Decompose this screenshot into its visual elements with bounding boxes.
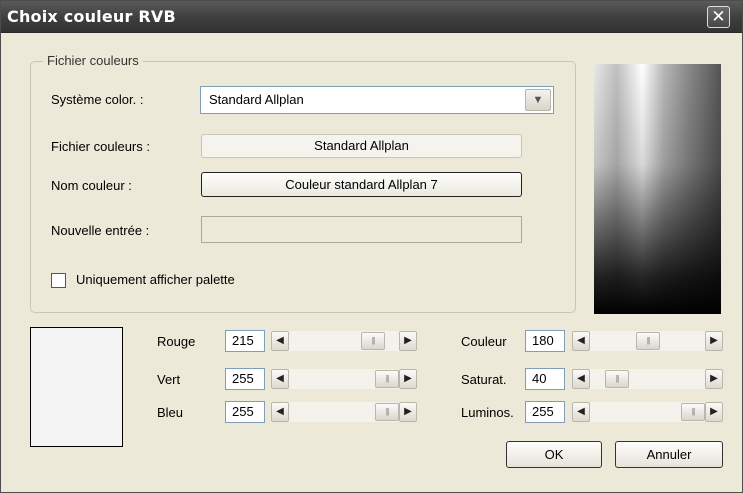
palette-only-checkbox[interactable]: [51, 273, 66, 288]
color-file-button[interactable]: Standard Allplan: [201, 134, 522, 158]
color-gradient-picker[interactable]: [594, 64, 721, 314]
system-label: Système color. :: [51, 92, 144, 107]
arrow-right-icon[interactable]: ▶: [705, 402, 723, 422]
hsl-label-1: Saturat.: [461, 372, 507, 387]
slider-thumb[interactable]: |||: [681, 403, 705, 421]
arrow-right-icon[interactable]: ▶: [399, 331, 417, 351]
color-name-button[interactable]: Couleur standard Allplan 7: [201, 172, 522, 197]
file-label: Fichier couleurs :: [51, 139, 150, 154]
hsl-slider-0[interactable]: ◀ ▶ |||: [572, 331, 723, 351]
hsl-value-field-2[interactable]: 255: [525, 401, 565, 423]
new-entry-label: Nouvelle entrée :: [51, 223, 150, 238]
arrow-left-icon[interactable]: ◀: [572, 369, 590, 389]
slider-thumb[interactable]: |||: [605, 370, 629, 388]
slider-thumb[interactable]: |||: [375, 370, 399, 388]
hsl-label-0: Couleur: [461, 334, 507, 349]
rgb-value-field-1[interactable]: 255: [225, 368, 265, 390]
arrow-left-icon[interactable]: ◀: [572, 331, 590, 351]
rgb-slider-2[interactable]: ◀ ▶ |||: [271, 402, 417, 422]
slider-thumb[interactable]: |||: [361, 332, 385, 350]
new-entry-field[interactable]: [201, 216, 522, 243]
arrow-right-icon[interactable]: ▶: [705, 331, 723, 351]
rgb-label-2: Bleu: [157, 405, 184, 420]
title-bar: Choix couleur RVB ✕: [1, 1, 742, 33]
ok-button[interactable]: OK: [506, 441, 602, 468]
group-legend: Fichier couleurs: [43, 53, 143, 68]
hsl-label-2: Luminos.: [461, 405, 514, 420]
arrow-left-icon[interactable]: ◀: [271, 369, 289, 389]
arrow-left-icon[interactable]: ◀: [271, 331, 289, 351]
rgb-label-0: Rouge: [157, 334, 196, 349]
slider-thumb[interactable]: |||: [636, 332, 660, 350]
rgb-value-field-2[interactable]: 255: [225, 401, 265, 423]
color-name-label: Nom couleur :: [51, 178, 132, 193]
rgb-slider-1[interactable]: ◀ ▶ |||: [271, 369, 417, 389]
hsl-slider-1[interactable]: ◀ ▶ |||: [572, 369, 723, 389]
rgb-label-1: Vert: [157, 372, 181, 387]
rgb-slider-0[interactable]: ◀ ▶ |||: [271, 331, 417, 351]
slider-thumb[interactable]: |||: [375, 403, 399, 421]
palette-only-label: Uniquement afficher palette: [76, 272, 235, 287]
arrow-right-icon[interactable]: ▶: [399, 369, 417, 389]
arrow-right-icon[interactable]: ▶: [705, 369, 723, 389]
rgb-value-field-0[interactable]: 215: [225, 330, 265, 352]
color-system-value: Standard Allplan: [209, 92, 304, 107]
hsl-value-field-1[interactable]: 40: [525, 368, 565, 390]
color-preview-swatch: [30, 327, 123, 447]
color-system-select[interactable]: Standard Allplan ▼: [200, 86, 554, 114]
cancel-button[interactable]: Annuler: [615, 441, 723, 468]
dialog-window: Choix couleur RVB ✕ Fichier couleurs Sys…: [0, 0, 743, 493]
arrow-left-icon[interactable]: ◀: [572, 402, 590, 422]
arrow-right-icon[interactable]: ▶: [399, 402, 417, 422]
hsl-value-field-0[interactable]: 180: [525, 330, 565, 352]
hsl-slider-2[interactable]: ◀ ▶ |||: [572, 402, 723, 422]
window-title: Choix couleur RVB: [7, 7, 176, 26]
chevron-down-icon[interactable]: ▼: [525, 89, 551, 111]
close-icon[interactable]: ✕: [707, 6, 730, 28]
arrow-left-icon[interactable]: ◀: [271, 402, 289, 422]
